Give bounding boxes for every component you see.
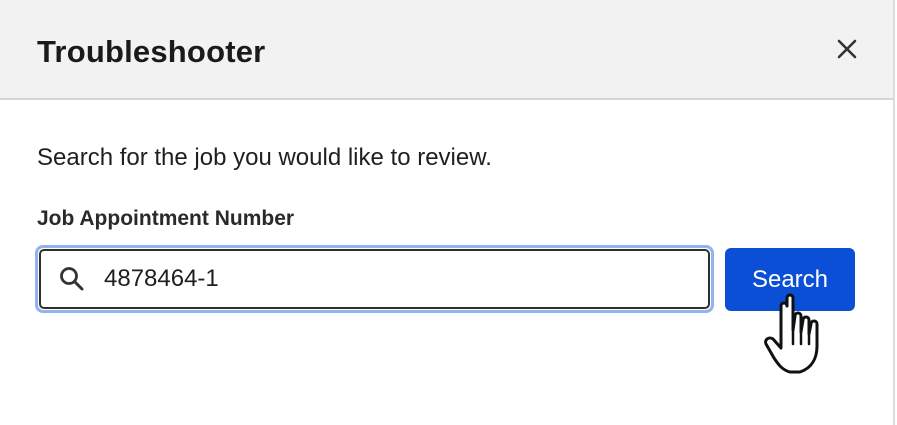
close-button[interactable] <box>832 34 862 64</box>
job-appointment-number-label: Job Appointment Number <box>37 207 295 230</box>
search-button[interactable]: Search <box>725 248 855 311</box>
search-icon <box>60 267 84 291</box>
troubleshooter-dialog: Troubleshooter Search for the job you wo… <box>0 0 895 425</box>
job-number-input[interactable] <box>104 258 694 300</box>
dialog-header: Troubleshooter <box>0 0 893 100</box>
close-icon <box>837 39 857 59</box>
intro-text: Search for the job you would like to rev… <box>37 144 492 171</box>
dialog-title: Troubleshooter <box>37 34 266 69</box>
